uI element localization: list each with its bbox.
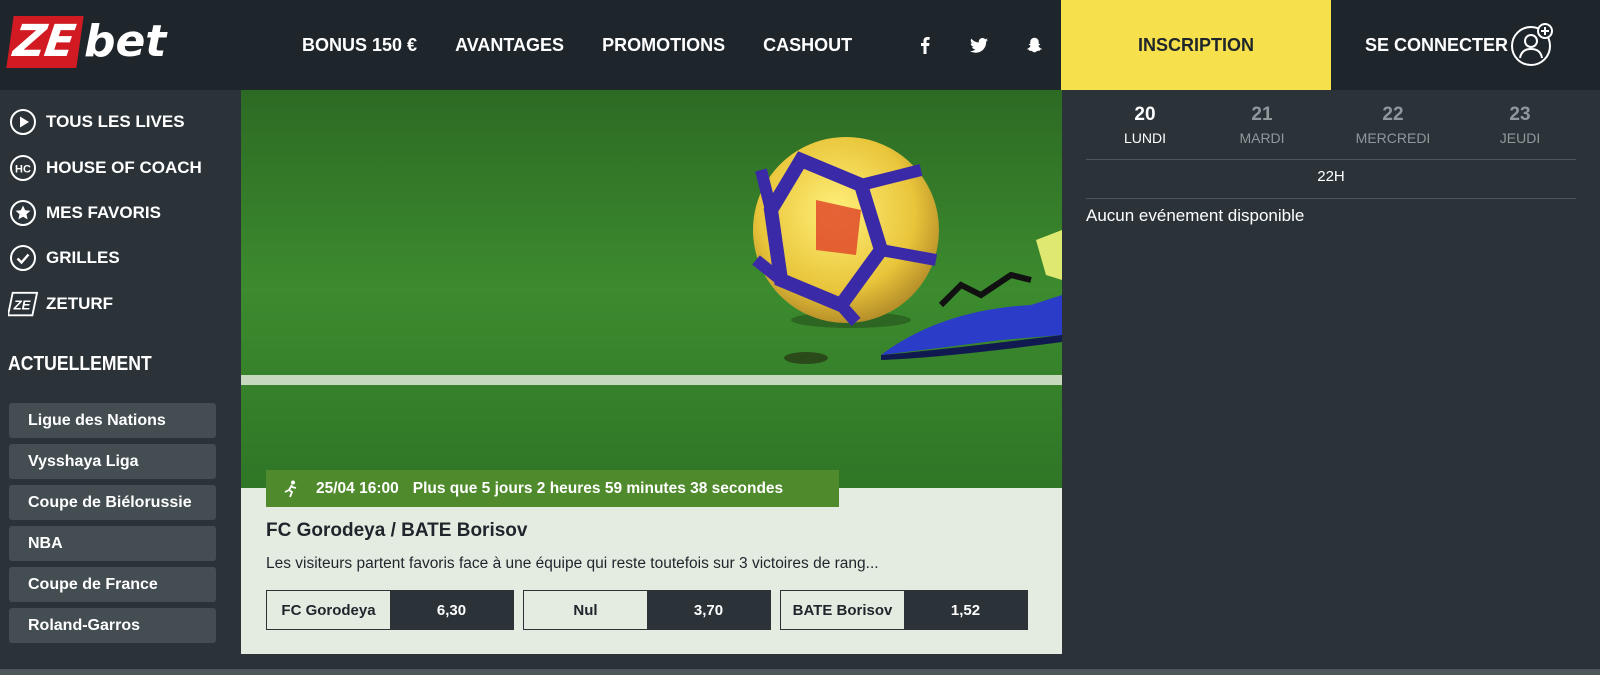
day-tab-jeudi[interactable]: 23 JEUDI bbox=[1470, 104, 1570, 146]
twitter-icon[interactable] bbox=[969, 34, 989, 56]
nav-cashout[interactable]: CASHOUT bbox=[763, 35, 852, 56]
check-icon bbox=[8, 243, 38, 273]
nav-promotions[interactable]: PROMOTIONS bbox=[602, 35, 725, 56]
odds-value: 6,30 bbox=[390, 591, 513, 629]
league-ligue-des-nations[interactable]: Ligue des Nations bbox=[9, 403, 216, 438]
featured-match-card[interactable]: 25/04 16:00 Plus que 5 jours 2 heures 59… bbox=[241, 90, 1062, 654]
svg-text:ZE: ZE bbox=[13, 298, 32, 313]
odds-value: 1,52 bbox=[904, 591, 1027, 629]
day-number: 21 bbox=[1251, 104, 1273, 125]
odds-label: FC Gorodeya bbox=[267, 591, 390, 629]
user-add-icon bbox=[1509, 22, 1555, 68]
odds-label: BATE Borisov bbox=[781, 591, 904, 629]
house-of-coach-icon: HC bbox=[8, 153, 38, 183]
match-countdown-badge: 25/04 16:00 Plus que 5 jours 2 heures 59… bbox=[266, 470, 839, 507]
zeturf-icon: ZE bbox=[8, 289, 38, 319]
sidebar-item-grilles[interactable]: GRILLES bbox=[8, 242, 120, 274]
day-name: MARDI bbox=[1239, 130, 1285, 146]
bottom-divider bbox=[0, 669, 1600, 675]
login-button[interactable]: SE CONNECTER bbox=[1331, 0, 1600, 90]
day-name: MERCREDI bbox=[1355, 130, 1431, 146]
snapchat-icon[interactable] bbox=[1024, 34, 1044, 56]
odds-button-away[interactable]: BATE Borisov 1,52 bbox=[780, 590, 1028, 630]
odds-value: 3,70 bbox=[647, 591, 770, 629]
match-date: 25/04 16:00 bbox=[316, 479, 399, 497]
logo-ze: ZE bbox=[6, 16, 84, 68]
odds-button-home[interactable]: FC Gorodeya 6,30 bbox=[266, 590, 514, 630]
sidebar-item-label: MES FAVORIS bbox=[46, 203, 161, 222]
sidebar-item-label: ZETURF bbox=[46, 294, 114, 313]
league-vysshaya-liga[interactable]: Vysshaya Liga bbox=[9, 444, 216, 479]
league-coupe-de-france[interactable]: Coupe de France bbox=[9, 567, 216, 602]
zebet-logo[interactable]: ZE bet bbox=[6, 14, 167, 70]
hero-image bbox=[241, 90, 1062, 488]
league-nba[interactable]: NBA bbox=[9, 526, 216, 561]
play-icon bbox=[8, 107, 38, 137]
day-number: 20 bbox=[1134, 104, 1156, 125]
hour-filter[interactable]: 22H bbox=[1086, 168, 1576, 185]
day-number: 22 bbox=[1382, 104, 1404, 125]
top-header: ZE bet BONUS 150 € AVANTAGES PROMOTIONS … bbox=[0, 0, 1600, 90]
match-countdown: Plus que 5 jours 2 heures 59 minutes 38 … bbox=[412, 479, 784, 497]
day-number: 23 bbox=[1509, 104, 1531, 125]
divider bbox=[1086, 159, 1576, 160]
odds-button-draw[interactable]: Nul 3,70 bbox=[523, 590, 771, 630]
odds-label: Nul bbox=[524, 591, 647, 629]
day-tab-lundi[interactable]: 20 LUNDI bbox=[1095, 104, 1195, 146]
sidebar-item-house-of-coach[interactable]: HC HOUSE OF COACH bbox=[8, 152, 202, 184]
schedule-panel: 20 LUNDI 21 MARDI 22 MERCREDI 23 JEUDI 2… bbox=[1062, 90, 1600, 675]
day-name: JEUDI bbox=[1499, 130, 1541, 146]
day-tab-mardi[interactable]: 21 MARDI bbox=[1212, 104, 1312, 146]
main-nav: BONUS 150 € AVANTAGES PROMOTIONS CASHOUT bbox=[302, 0, 890, 90]
sidebar-item-label: HOUSE OF COACH bbox=[46, 158, 202, 177]
day-name: LUNDI bbox=[1123, 130, 1166, 146]
match-description: Les visiteurs partent favoris face à une… bbox=[266, 555, 879, 572]
nav-avantages[interactable]: AVANTAGES bbox=[455, 35, 564, 56]
league-coupe-de-bielorussie[interactable]: Coupe de Biélorussie bbox=[9, 485, 216, 520]
nav-bonus[interactable]: BONUS 150 € bbox=[302, 35, 417, 56]
logo-bet: bet bbox=[83, 16, 167, 67]
star-icon bbox=[8, 198, 38, 228]
svg-text:HC: HC bbox=[15, 164, 31, 176]
day-tab-mercredi[interactable]: 22 MERCREDI bbox=[1343, 104, 1443, 146]
inscription-button[interactable]: INSCRIPTION bbox=[1061, 0, 1331, 90]
empty-events-message: Aucun evénement disponible bbox=[1086, 206, 1305, 225]
sidebar-item-label: TOUS LES LIVES bbox=[46, 112, 185, 131]
divider bbox=[1086, 198, 1576, 199]
sidebar-item-mes-favoris[interactable]: MES FAVORIS bbox=[8, 197, 161, 229]
left-sidebar: TOUS LES LIVES HC HOUSE OF COACH MES FAV… bbox=[0, 90, 240, 675]
section-title-actuellement: ACTUELLEMENT bbox=[8, 353, 152, 375]
login-label: SE CONNECTER bbox=[1365, 34, 1509, 55]
sidebar-item-label: GRILLES bbox=[46, 248, 120, 267]
league-roland-garros[interactable]: Roland-Garros bbox=[9, 608, 216, 643]
match-title[interactable]: FC Gorodeya / BATE Borisov bbox=[266, 520, 527, 542]
sidebar-item-tous-les-lives[interactable]: TOUS LES LIVES bbox=[8, 106, 185, 138]
running-player-icon bbox=[284, 480, 298, 498]
sidebar-item-zeturf[interactable]: ZE ZETURF bbox=[8, 288, 113, 320]
facebook-icon[interactable] bbox=[915, 34, 935, 56]
